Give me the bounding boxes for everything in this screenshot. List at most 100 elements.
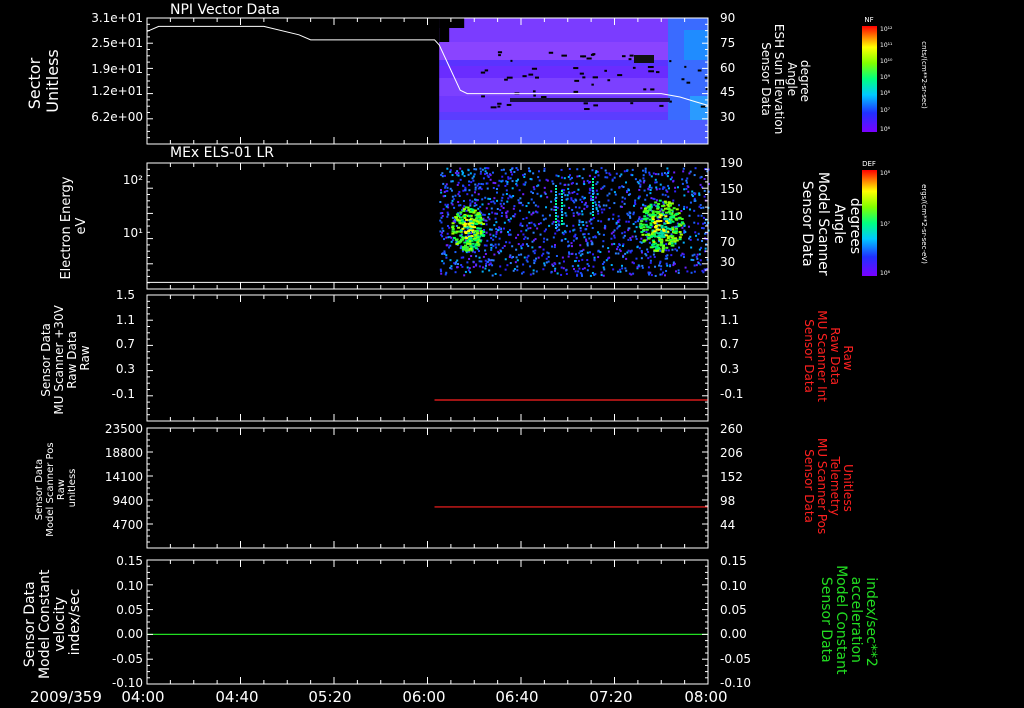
heatmap-cell	[550, 271, 553, 274]
heatmap-cell	[674, 190, 677, 193]
heatmap-cell	[461, 227, 465, 230]
heatmap-cell	[479, 172, 482, 175]
heatmap-cell	[573, 268, 576, 271]
heatmap-cell	[683, 205, 686, 208]
heatmap-cell	[499, 231, 502, 234]
heatmap-cell	[558, 220, 561, 223]
heatmap-cell	[618, 244, 621, 247]
heatmap-cell	[514, 213, 517, 216]
heatmap-cell	[653, 235, 657, 238]
heatmap-cell	[562, 233, 565, 236]
heatmap-cell	[492, 238, 495, 241]
heatmap-cell	[466, 261, 469, 264]
heatmap-cell	[561, 196, 563, 198]
heatmap-cell	[485, 207, 488, 210]
heatmap-cell	[581, 201, 584, 204]
plot-frame	[146, 559, 709, 685]
heatmap-cell	[457, 263, 460, 266]
heatmap-cell	[516, 168, 519, 171]
heatmap-cell	[592, 211, 594, 213]
heatmap-cell	[602, 204, 605, 207]
heatmap-cell	[516, 259, 519, 262]
heatmap-cell	[593, 176, 596, 179]
heatmap-cell	[544, 192, 547, 195]
heatmap-cell	[501, 211, 504, 214]
heatmap-cell	[595, 183, 598, 186]
heatmap-cell	[648, 241, 651, 244]
heatmap-cell	[505, 189, 508, 192]
heatmap-cell	[523, 173, 526, 176]
heatmap-cell	[543, 167, 546, 170]
heatmap-cell	[458, 190, 461, 193]
heatmap-cell	[669, 178, 672, 181]
heatmap-cell	[649, 203, 653, 206]
heatmap-cell	[485, 262, 488, 265]
heatmap-cell	[494, 272, 497, 275]
heatmap-cell	[659, 104, 664, 107]
heatmap-cell	[467, 232, 471, 235]
heatmap-cell	[472, 175, 475, 178]
heatmap-cell	[702, 222, 705, 225]
heatmap-cell	[514, 261, 517, 264]
heatmap-cell	[464, 231, 468, 234]
heatmap-cell	[704, 247, 707, 250]
heatmap-cell	[457, 200, 460, 203]
heatmap-cell	[610, 237, 613, 240]
heatmap-cell	[634, 203, 637, 206]
heatmap-cell	[660, 273, 663, 276]
heatmap-cell	[587, 264, 590, 267]
heatmap-cell	[457, 171, 460, 174]
heatmap-cell	[521, 243, 524, 246]
heatmap-cell	[588, 191, 591, 194]
heatmap-cell	[474, 239, 478, 242]
heatmap-cell	[482, 255, 485, 258]
heatmap-cell	[555, 255, 558, 258]
heatmap-cell	[488, 218, 491, 221]
heatmap-cell	[645, 217, 649, 220]
heatmap-cell	[629, 216, 632, 219]
heatmap-cell	[648, 70, 654, 73]
heatmap-cell	[458, 195, 461, 198]
heatmap-cell	[627, 189, 630, 192]
heatmap-cell	[589, 218, 592, 221]
heatmap-cell	[530, 221, 533, 224]
heatmap-cell	[460, 221, 464, 224]
heatmap-cell	[555, 224, 557, 226]
heatmap-cell	[468, 184, 471, 187]
colorbar-tick: 10¹⁰	[880, 58, 893, 65]
heatmap-cell	[441, 172, 444, 175]
heatmap-cell	[548, 224, 551, 227]
heatmap-cell	[469, 204, 472, 207]
colorbar-tick: 10⁷	[880, 221, 891, 228]
heatmap-cell	[448, 226, 451, 229]
heatmap-cell	[699, 204, 702, 207]
heatmap-cell	[507, 231, 510, 234]
heatmap-cell	[532, 272, 535, 275]
heatmap-cell	[488, 269, 491, 272]
tick-label: 30	[720, 110, 735, 124]
heatmap-cell	[665, 243, 668, 246]
heatmap-cell	[671, 248, 674, 251]
heatmap-cell	[569, 174, 572, 177]
heatmap-cell	[701, 227, 704, 230]
heatmap-cell	[523, 175, 526, 178]
heatmap-cell	[505, 241, 508, 244]
heatmap-cell	[517, 233, 520, 236]
heatmap-cell	[579, 198, 582, 201]
heatmap-cell	[621, 245, 624, 248]
heatmap-cell	[467, 169, 470, 172]
colorbar-unit: ergs/(cm**2-sr-sec-eV)	[920, 184, 928, 264]
heatmap-cell	[532, 212, 535, 215]
heatmap-cell	[541, 254, 544, 257]
heatmap-cell	[603, 268, 606, 271]
heatmap-cell	[578, 206, 581, 209]
y-axis-label: Sensor Data Model Constant velocity inde…	[22, 565, 83, 679]
heatmap-cell	[475, 230, 479, 233]
heatmap-cell	[478, 265, 481, 268]
heatmap-cell	[617, 252, 620, 255]
heatmap-cell	[509, 217, 512, 220]
heatmap-cell	[588, 237, 591, 240]
heatmap-cell	[652, 197, 655, 200]
heatmap-cell	[561, 54, 567, 57]
heatmap-cell	[533, 262, 536, 265]
